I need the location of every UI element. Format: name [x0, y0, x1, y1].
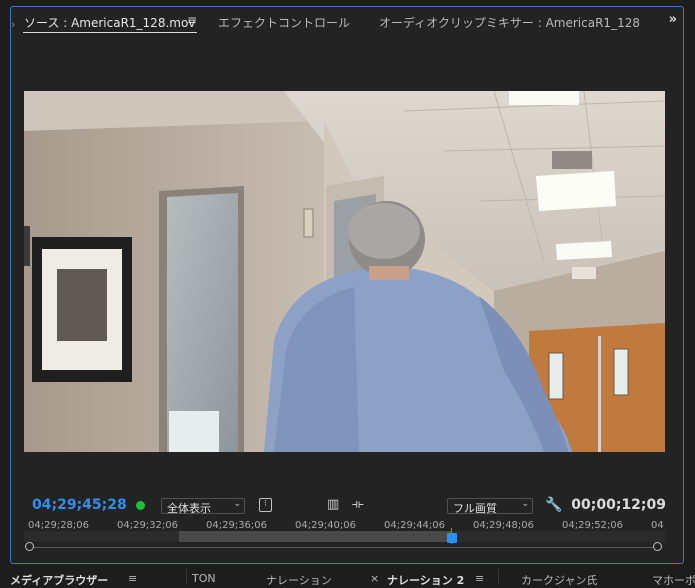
ruler-label: 04;29;52;06: [562, 520, 624, 531]
zoom-scrollbar-left-handle[interactable]: [25, 542, 34, 551]
tab-menu-icon[interactable]: ≡: [475, 572, 484, 585]
zoom-scrollbar-right-handle[interactable]: [653, 542, 662, 551]
playback-controls: 04;29;45;28 全体表示 ⌄ ⁝ ▥ ⟛ フル画質 ⌄ 🔧 00;00;…: [11, 495, 683, 517]
chevron-down-icon: ⌄: [233, 499, 241, 509]
active-tab-underline: [23, 32, 197, 33]
close-icon[interactable]: ×: [370, 572, 379, 585]
zoom-level-select[interactable]: 全体表示 ⌄: [161, 498, 245, 515]
tab-divider: [186, 569, 187, 584]
film-strip-icon[interactable]: ▥: [327, 497, 339, 512]
tab-divider: [498, 569, 499, 584]
tab-clark-jang[interactable]: カークジャン氏: [521, 572, 597, 588]
tab-mahobo[interactable]: マホーボ: [652, 572, 695, 588]
zoom-scrollbar-track[interactable]: [29, 547, 659, 548]
wrench-icon[interactable]: 🔧: [545, 497, 562, 513]
tab-audio-clip-mixer[interactable]: オーディオクリップミキサー : AmericaR1_128.mov: [379, 14, 639, 31]
playback-resolution-value: フル画質: [453, 502, 497, 515]
export-frame-icon[interactable]: ⁝: [259, 498, 272, 512]
ruler-label: 04;29;48;06: [473, 520, 535, 531]
tab-source[interactable]: ソース : AmericaR1_128.mov: [24, 14, 195, 31]
current-timecode[interactable]: 04;29;45;28: [32, 497, 127, 513]
duration-timecode: 00;00;12;09: [571, 497, 666, 513]
playhead-handle[interactable]: [447, 533, 457, 543]
tab-narration[interactable]: ナレーション: [266, 572, 332, 588]
ruler-label: 04;29;40;06: [295, 520, 357, 531]
ruler-label: 04;29;28;06: [28, 520, 90, 531]
tab-menu-icon[interactable]: ≡: [187, 13, 197, 27]
time-ruler[interactable]: 04;29;28;06 04;29;32;06 04;29;36;06 04;2…: [11, 518, 683, 544]
drag-audio-icon[interactable]: ⟛: [352, 497, 364, 512]
ruler-label: 04;29;36;06: [206, 520, 268, 531]
tab-overflow-icon[interactable]: »: [669, 12, 678, 27]
tab-effect-controls[interactable]: エフェクトコントロール: [218, 14, 350, 31]
source-monitor-panel: › ソース : AmericaR1_128.mov ≡ エフェクトコントロール …: [10, 6, 684, 564]
ruler-label: 04: [651, 520, 664, 531]
panel-tab-bar: ソース : AmericaR1_128.mov ≡ エフェクトコントロール オー…: [11, 7, 683, 37]
tab-ton[interactable]: TON: [192, 572, 216, 585]
video-frame: [24, 91, 665, 452]
chevron-down-icon: ⌄: [521, 499, 529, 509]
status-dot-icon: [136, 501, 145, 510]
video-frame-image: [24, 91, 665, 452]
bottom-panel-tabs: メディアブラウザー ≡ TON ナレーション × ナレーション 2 ≡ カークジ…: [0, 566, 695, 587]
tab-media-browser[interactable]: メディアブラウザー: [10, 572, 108, 588]
in-out-range[interactable]: [179, 531, 452, 542]
tab-narration-2[interactable]: ナレーション 2: [387, 572, 464, 588]
tab-menu-icon[interactable]: ≡: [128, 572, 137, 585]
zoom-level-value: 全体表示: [167, 502, 211, 515]
ruler-label: 04;29;44;06: [384, 520, 446, 531]
playback-resolution-select[interactable]: フル画質 ⌄: [447, 498, 533, 515]
ruler-label: 04;29;32;06: [117, 520, 179, 531]
